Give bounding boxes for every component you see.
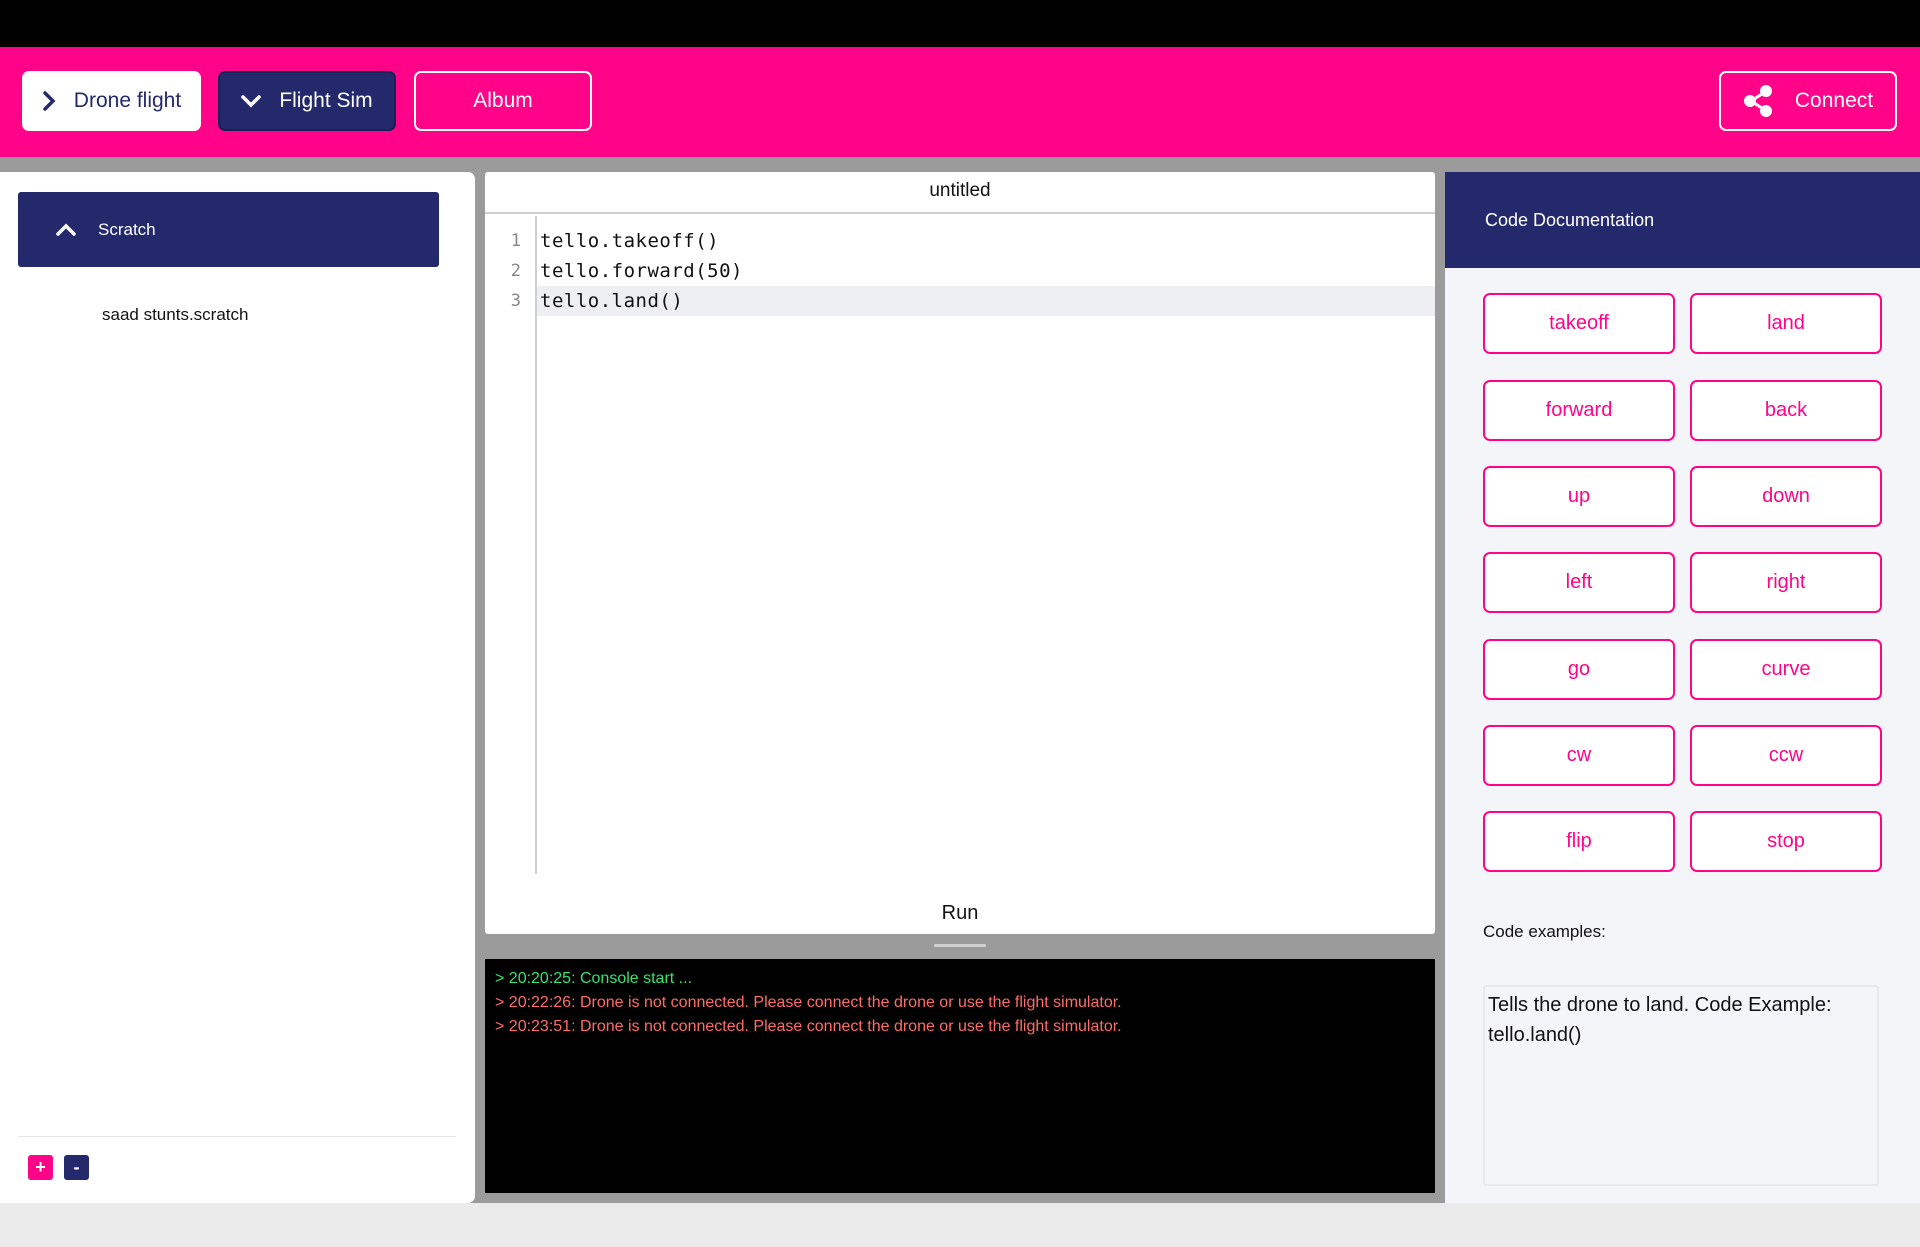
cmd-stop-button[interactable]: stop	[1690, 811, 1882, 872]
share-icon	[1743, 85, 1773, 117]
cmd-curve-button[interactable]: curve	[1690, 639, 1882, 700]
examples-label: Code examples:	[1483, 922, 1606, 941]
divider	[18, 1136, 456, 1137]
file-panel: Scratch saad stunts.scratch + -	[0, 172, 475, 1203]
cmd-land-button[interactable]: land	[1690, 293, 1882, 354]
connect-label: Connect	[1794, 89, 1874, 112]
code-text: tello.forward(50)	[540, 260, 743, 282]
cmd-back-button[interactable]: back	[1690, 380, 1882, 441]
docs-panel: Code Documentation takeoff land forward …	[1445, 172, 1920, 1203]
scratch-section-label: Scratch	[98, 219, 156, 239]
cmd-flip-button[interactable]: flip	[1483, 811, 1675, 872]
cmd-up-button[interactable]: up	[1483, 466, 1675, 527]
chevron-right-icon	[42, 91, 56, 111]
run-button[interactable]: Run	[485, 902, 1435, 925]
console-line: > 20:20:25: Console start ...	[495, 970, 693, 987]
connect-button[interactable]: Connect	[1719, 71, 1897, 131]
line-number: 1	[510, 231, 521, 251]
cmd-takeoff-button[interactable]: takeoff	[1483, 293, 1675, 354]
resize-handle[interactable]	[934, 944, 986, 947]
cmd-left-button[interactable]: left	[1483, 552, 1675, 613]
app-header: Drone flight Flight Sim Album Connect	[0, 47, 1920, 157]
window-top-bar	[0, 0, 1920, 47]
cmd-forward-button[interactable]: forward	[1483, 380, 1675, 441]
line-number: 2	[510, 261, 521, 281]
code-line[interactable]: 2 tello.forward(50)	[485, 256, 1435, 286]
drone-flight-button[interactable]: Drone flight	[22, 71, 201, 131]
remove-file-button[interactable]: -	[64, 1155, 89, 1180]
add-file-button[interactable]: +	[28, 1155, 53, 1180]
line-number: 3	[510, 291, 521, 311]
file-item[interactable]: saad stunts.scratch	[102, 305, 248, 325]
code-line[interactable]: 1 tello.takeoff()	[485, 226, 1435, 256]
file-title: untitled	[485, 172, 1435, 214]
flight-sim-button[interactable]: Flight Sim	[218, 71, 396, 131]
code-text: tello.takeoff()	[540, 230, 720, 252]
cmd-right-button[interactable]: right	[1690, 552, 1882, 613]
album-label: Album	[473, 89, 533, 112]
chevron-down-icon	[241, 94, 262, 108]
flight-sim-label: Flight Sim	[279, 89, 373, 112]
docs-title: Code Documentation	[1485, 209, 1655, 230]
console-output: > 20:20:25: Console start ... > 20:22:26…	[485, 959, 1435, 1193]
album-button[interactable]: Album	[414, 71, 592, 131]
cmd-down-button[interactable]: down	[1690, 466, 1882, 527]
code-editor[interactable]: untitled 1 tello.takeoff() 2 tello.forwa…	[485, 172, 1435, 934]
cmd-cw-button[interactable]: cw	[1483, 725, 1675, 786]
code-text: tello.land()	[540, 290, 684, 312]
docs-header: Code Documentation	[1445, 172, 1920, 268]
console-line: > 20:23:51: Drone is not connected. Plea…	[495, 1018, 1122, 1035]
scratch-section-toggle[interactable]: Scratch	[18, 192, 439, 267]
cmd-go-button[interactable]: go	[1483, 639, 1675, 700]
chevron-up-icon	[56, 223, 76, 237]
drone-flight-label: Drone flight	[73, 89, 182, 112]
console-line: > 20:22:26: Drone is not connected. Plea…	[495, 994, 1122, 1011]
code-line[interactable]: 3 tello.land()	[485, 286, 1435, 316]
cmd-ccw-button[interactable]: ccw	[1690, 725, 1882, 786]
footer-strip	[0, 1203, 1920, 1247]
example-text: Tells the drone to land. Code Example: t…	[1483, 985, 1879, 1186]
